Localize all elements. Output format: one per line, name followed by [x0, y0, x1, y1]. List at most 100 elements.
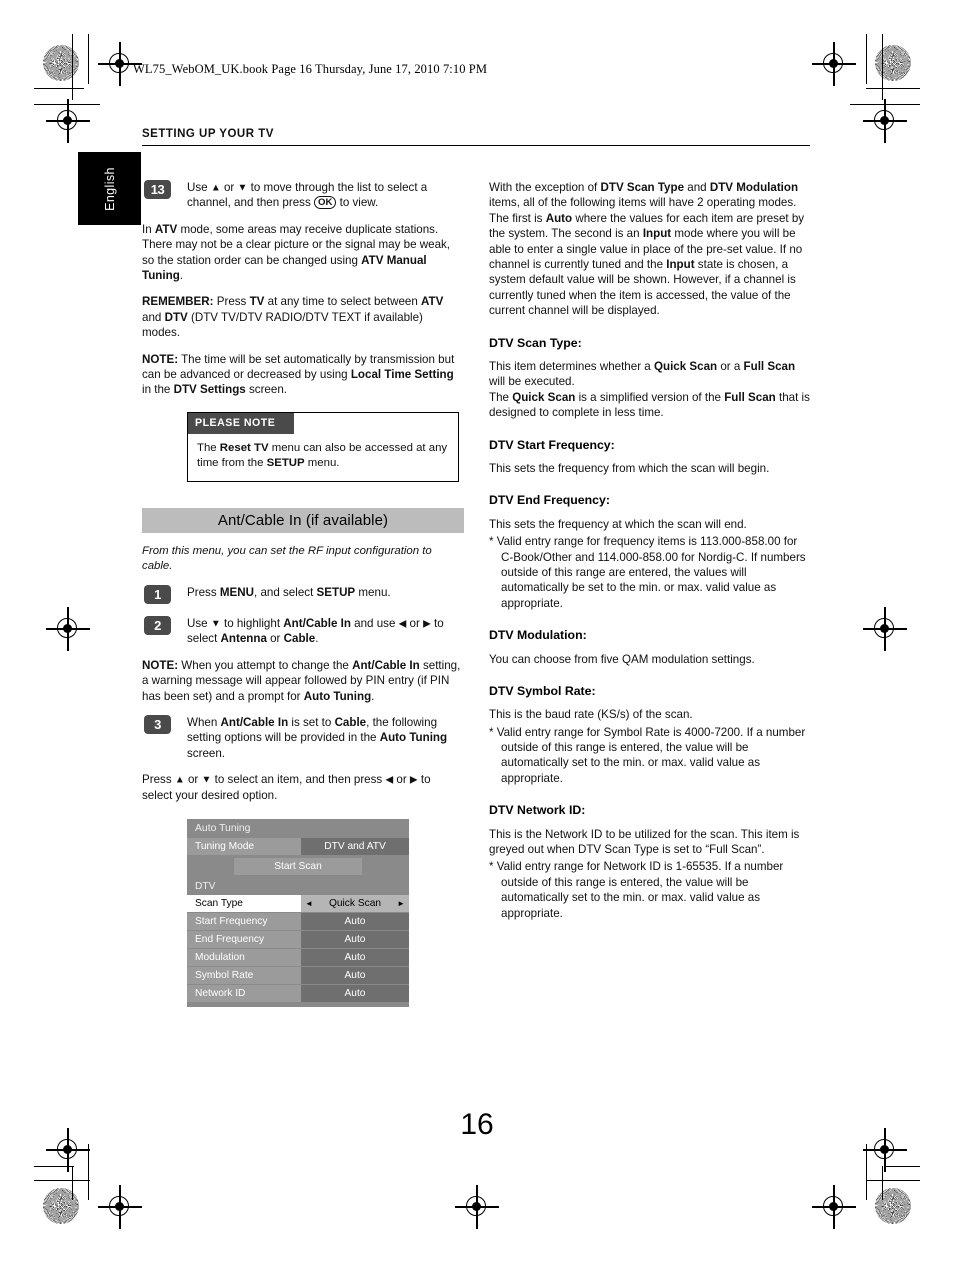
step-13-paragraph-1: Use ▲ or ▼ to move through the list to s… — [187, 180, 464, 211]
crop-rule-top-left-v — [88, 34, 90, 84]
crop-rule-top-right-h2 — [850, 104, 920, 106]
body-dtv-network-id: This is the Network ID to be utilized fo… — [489, 827, 800, 857]
ant-cable-intro: From this menu, you can set the RF input… — [142, 544, 432, 572]
rosette-target-top-right — [875, 45, 911, 81]
crop-rule-bottom-right-v — [866, 1144, 868, 1200]
rosette-target-bottom-left — [43, 1188, 79, 1224]
auto-tuning-osd-menu: Auto Tuning Tuning Mode DTV and ATV Star… — [187, 819, 409, 1007]
crop-rule-bottom-right-h — [866, 1180, 920, 1182]
osd-value-scan-type: ◄ Quick Scan ► — [301, 895, 409, 912]
right-arrow-icon-step3: ▶ — [409, 774, 418, 786]
left-column: 13 Use ▲ or ▼ to move through the list t… — [142, 180, 464, 814]
osd-start-scan-wrap: Start Scan — [187, 858, 409, 875]
body-dtv-start-frequency: This sets the frequency from which the s… — [489, 461, 770, 475]
osd-row-symbol-rate[interactable]: Symbol Rate Auto — [187, 967, 409, 984]
step13-text-mid: or — [220, 181, 238, 194]
crop-rule-bottom-left-v2 — [72, 1166, 74, 1200]
right-intro-paragraph: With the exception of DTV Scan Type and … — [489, 181, 805, 318]
registration-mark-bottom-left — [98, 1185, 142, 1229]
heading-dtv-scan-type: DTV Scan Type: — [489, 335, 582, 350]
right-column: With the exception of DTV Scan Type and … — [489, 180, 811, 932]
osd-value-modulation: Auto — [301, 949, 409, 966]
left-arrow-icon-step2: ◀ — [398, 618, 407, 630]
crop-rule-bottom-left-h2 — [34, 1166, 74, 1168]
crop-rule-bottom-right-h2 — [884, 1166, 920, 1168]
step-13-number: 13 — [144, 180, 171, 199]
crop-rule-top-right-v — [866, 34, 868, 84]
please-note-heading: PLEASE NOTE — [188, 412, 294, 434]
crop-rule-bottom-right-v2 — [882, 1166, 884, 1200]
registration-mark-top-right-inner — [863, 99, 907, 143]
step-2: 2 Use ▼ to highlight Ant/Cable In and us… — [142, 616, 464, 647]
osd-label-end-frequency: End Frequency — [187, 931, 301, 948]
step-2-text: Use ▼ to highlight Ant/Cable In and use … — [187, 617, 444, 646]
osd-row-end-frequency[interactable]: End Frequency Auto — [187, 931, 409, 948]
right-arrow-icon-step2: ▶ — [423, 618, 431, 630]
registration-mark-right-middle — [863, 607, 907, 651]
language-tab: English — [78, 152, 141, 225]
osd-label-modulation: Modulation — [187, 949, 301, 966]
language-tab-label: English — [102, 166, 117, 211]
osd-right-arrow-icon[interactable]: ► — [397, 895, 405, 912]
osd-value-end-frequency: Auto — [301, 931, 409, 948]
please-note-header-wrap: PLEASE NOTE — [188, 412, 458, 434]
ok-key-icon: OK — [313, 196, 337, 210]
step-3-text-2: Press ▲ or ▼ to select an item, and then… — [142, 773, 431, 802]
down-arrow-icon-step2: ▼ — [210, 618, 221, 630]
osd-row-scan-type[interactable]: Scan Type ◄ Quick Scan ► — [187, 895, 409, 912]
ant-cable-banner: Ant/Cable In (if available) — [142, 507, 464, 533]
osd-title: Auto Tuning — [195, 823, 251, 834]
registration-mark-bottom-center — [455, 1185, 499, 1229]
registration-mark-top-right — [812, 42, 856, 86]
page-section-header: SETTING UP YOUR TV — [142, 128, 274, 140]
please-note-body: The Reset TV menu can also be accessed a… — [197, 441, 448, 470]
osd-value-tuning-mode: DTV and ATV — [301, 838, 409, 855]
step13-text-end: to view. — [336, 196, 379, 210]
heading-dtv-start-frequency: DTV Start Frequency: — [489, 437, 615, 452]
step-1-number: 1 — [144, 585, 171, 605]
step-13-paragraph-2: In ATV mode, some areas may receive dupl… — [142, 222, 451, 283]
heading-dtv-symbol-rate: DTV Symbol Rate: — [489, 683, 596, 698]
osd-row-tuning-mode[interactable]: Tuning Mode DTV and ATV — [187, 838, 409, 855]
osd-label-tuning-mode: Tuning Mode — [187, 838, 301, 855]
osd-value-start-frequency: Auto — [301, 913, 409, 930]
osd-label-scan-type: Scan Type — [187, 895, 301, 912]
body-dtv-end-frequency: This sets the frequency at which the sca… — [489, 517, 747, 531]
step-2-number: 2 — [144, 616, 171, 636]
note-dtv-network-id: * Valid entry range for Network ID is 1-… — [489, 860, 784, 920]
osd-row-network-id[interactable]: Network ID Auto — [187, 985, 409, 1002]
page-canvas: WL75_WebOM_UK.book Page 16 Thursday, Jun… — [0, 0, 954, 1267]
osd-value-scan-type-text: Quick Scan — [328, 898, 382, 909]
crop-rule-top-right-v2 — [882, 34, 884, 100]
step13-text-pre: Use — [187, 181, 211, 194]
crop-rule-top-left-h — [34, 88, 84, 90]
down-arrow-icon: ▼ — [237, 182, 248, 194]
registration-mark-top-left-inner — [46, 99, 90, 143]
osd-left-arrow-icon[interactable]: ◄ — [305, 895, 313, 912]
down-arrow-icon-step3: ▼ — [201, 774, 212, 786]
please-note-box: PLEASE NOTE The Reset TV menu can also b… — [187, 411, 459, 482]
registration-mark-bottom-right — [812, 1185, 856, 1229]
up-arrow-icon-step3: ▲ — [174, 774, 185, 786]
registration-mark-left-middle — [46, 607, 90, 651]
page-number: 16 — [460, 1108, 494, 1141]
crop-rule-bottom-left-v — [88, 1144, 90, 1200]
up-arrow-icon: ▲ — [210, 182, 221, 194]
heading-dtv-modulation: DTV Modulation: — [489, 628, 587, 643]
osd-start-scan-button[interactable]: Start Scan — [234, 858, 362, 875]
osd-row-start-frequency[interactable]: Start Frequency Auto — [187, 913, 409, 930]
header-rule — [142, 145, 810, 147]
osd-group-label-dtv: DTV — [195, 881, 216, 892]
osd-label-symbol-rate: Symbol Rate — [187, 967, 301, 984]
step-1: 1 Press MENU, and select SETUP menu. — [142, 585, 464, 605]
left-arrow-icon-step3: ◀ — [385, 774, 394, 786]
body-dtv-symbol-rate: This is the baud rate (KS/s) of the scan… — [489, 708, 693, 722]
step-3-text: When Ant/Cable In is set to Cable, the f… — [187, 716, 448, 760]
osd-row-modulation[interactable]: Modulation Auto — [187, 949, 409, 966]
step-13-remember: REMEMBER: Press TV at any time to select… — [142, 295, 444, 340]
heading-dtv-network-id: DTV Network ID: — [489, 803, 586, 818]
step-3-number: 3 — [144, 715, 171, 735]
heading-dtv-end-frequency: DTV End Frequency: — [489, 493, 610, 508]
rosette-target-bottom-right — [875, 1188, 911, 1224]
note-dtv-end-frequency: * Valid entry range for frequency items … — [489, 535, 806, 610]
